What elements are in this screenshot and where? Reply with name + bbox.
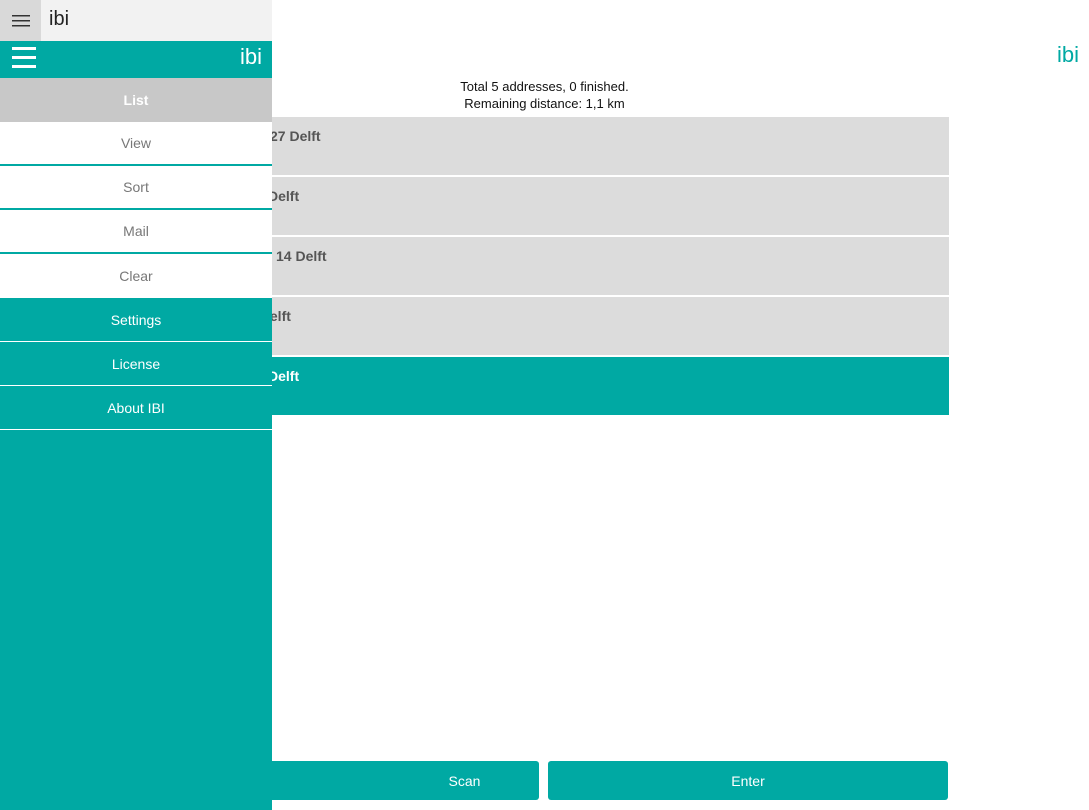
enter-button-label: Enter xyxy=(731,772,765,789)
app-logo: ibi xyxy=(1056,42,1079,67)
window-title: ibi xyxy=(49,8,70,30)
drawer-item-clear[interactable]: Clear xyxy=(0,254,272,298)
address-text: 27 Delft xyxy=(270,128,321,144)
drawer-item-label: Mail xyxy=(123,223,149,239)
scan-button-label: Scan xyxy=(448,772,481,789)
drawer-item-sort[interactable]: Sort xyxy=(0,166,272,210)
summary-total: Total 5 addresses, 0 finished. xyxy=(460,79,629,94)
enter-button[interactable]: Enter xyxy=(548,761,948,800)
drawer-item-label: Sort xyxy=(123,179,149,195)
drawer-item-label: View xyxy=(120,135,152,151)
drawer-logo: ibi xyxy=(239,44,262,69)
summary-distance: Remaining distance: 1,1 km xyxy=(464,96,625,111)
drawer-item-view[interactable]: View xyxy=(0,122,272,166)
drawer-item-list[interactable]: List xyxy=(0,78,272,122)
drawer-item-license[interactable]: License xyxy=(0,342,272,386)
drawer-item-mail[interactable]: Mail xyxy=(0,210,272,254)
drawer-header: ibi xyxy=(0,41,272,78)
address-text: 14 Delft xyxy=(276,248,327,264)
title-bar: ibi xyxy=(0,0,272,41)
drawer-item-label: List xyxy=(123,92,149,108)
route-summary: Total 5 addresses, 0 finished. Remaining… xyxy=(272,78,817,112)
window-menu-button[interactable] xyxy=(0,0,41,41)
address-text: Delft xyxy=(268,188,300,204)
drawer-item-settings[interactable]: Settings xyxy=(0,298,272,342)
address-text: Delft xyxy=(268,368,300,384)
drawer-item-label: Settings xyxy=(110,311,162,328)
side-drawer: ibi List View Sort Mail Clear Settings L… xyxy=(0,41,272,810)
drawer-item-label: License xyxy=(111,355,161,372)
drawer-item-label: Clear xyxy=(119,268,153,284)
drawer-item-about[interactable]: About IBI xyxy=(0,386,272,430)
drawer-item-label: About IBI xyxy=(107,399,165,416)
hamburger-icon[interactable] xyxy=(12,47,36,74)
hamburger-icon xyxy=(11,14,30,27)
